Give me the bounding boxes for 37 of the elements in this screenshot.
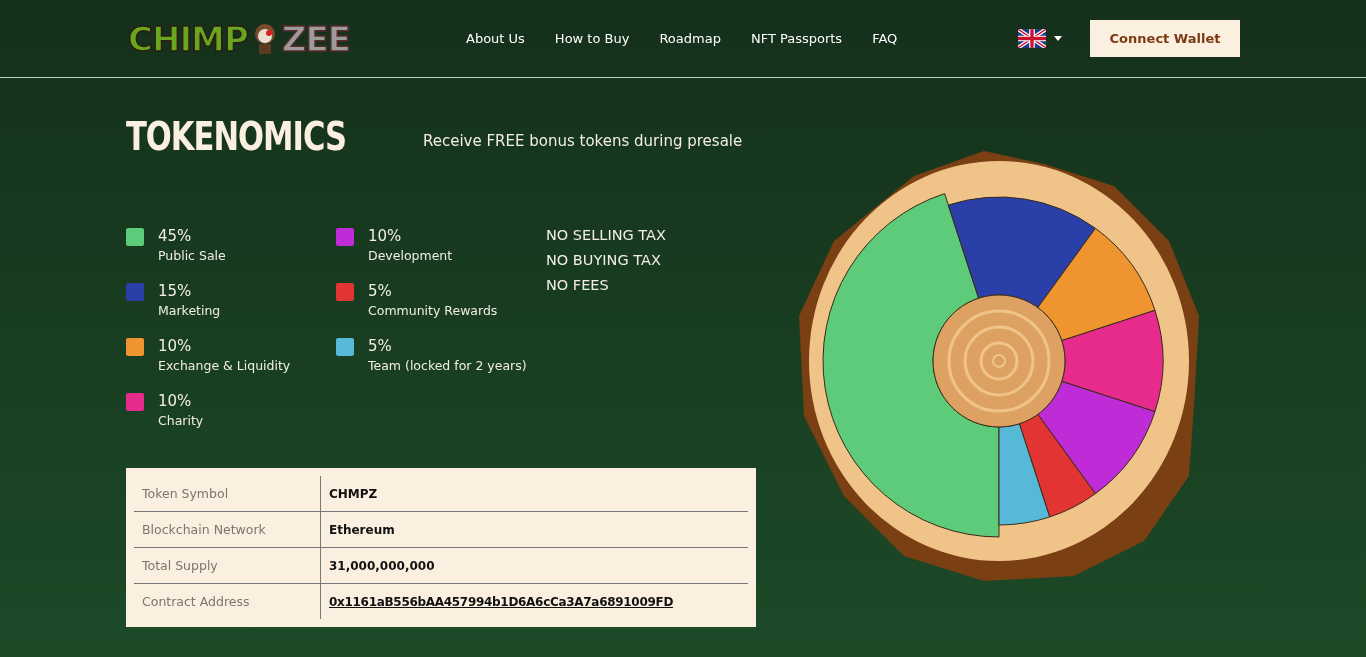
table-label: Contract Address bbox=[134, 584, 321, 619]
table-value: 31,000,000,000 bbox=[328, 558, 436, 573]
logo-text: CHIMP bbox=[128, 18, 248, 59]
nav-link[interactable]: NFT Passports bbox=[750, 31, 843, 46]
allocation-percent: 5% bbox=[368, 281, 393, 301]
allocation-label: Marketing bbox=[158, 302, 221, 320]
allocation-percent: 45% bbox=[158, 226, 193, 246]
allocation-percent: 10% bbox=[158, 391, 193, 411]
caret-icon[interactable] bbox=[1054, 36, 1062, 41]
tax-note: NO FEES bbox=[546, 276, 610, 295]
subtitle: Receive FREE bonus tokens during presale bbox=[423, 132, 743, 150]
connect-wallet-button[interactable]: Connect Wallet bbox=[1090, 20, 1240, 57]
allocation-label: Team (locked for 2 years) bbox=[368, 357, 527, 375]
flag-icon[interactable] bbox=[1018, 29, 1046, 48]
contract-address-link[interactable]: 0x1161aB556bAA457994b1D6A6cCa3A7a6891009FD bbox=[321, 594, 748, 609]
allocation-percent: 5% bbox=[368, 336, 393, 356]
table-value: Ethereum bbox=[328, 522, 396, 537]
allocation-label: Development bbox=[368, 247, 453, 265]
allocation-label: Exchange & Liquidity bbox=[158, 357, 291, 375]
tax-note: NO SELLING TAX bbox=[546, 226, 666, 245]
section-title: TOKENOMICS bbox=[126, 113, 347, 159]
allocation-label: Community Rewards bbox=[368, 302, 498, 320]
table-label: Total Supply bbox=[134, 548, 321, 583]
allocation-label: Public Sale bbox=[158, 247, 226, 265]
table-label: Token Symbol bbox=[134, 476, 321, 511]
allocation-percent: 10% bbox=[368, 226, 403, 246]
nav-link[interactable]: FAQ bbox=[872, 31, 898, 46]
allocation-percent: 10% bbox=[158, 336, 193, 356]
tax-note: NO BUYING TAX bbox=[546, 251, 662, 270]
table-value: CHMPZ bbox=[328, 486, 379, 501]
nav-link[interactable]: Roadmap bbox=[659, 31, 721, 46]
allocation-label: Charity bbox=[158, 412, 204, 430]
logo-text: ZEE bbox=[281, 18, 350, 59]
table-label: Blockchain Network bbox=[134, 512, 321, 547]
nav-link[interactable]: How to Buy bbox=[554, 31, 630, 46]
allocation-percent: 15% bbox=[158, 281, 193, 301]
nav-link[interactable]: About Us bbox=[466, 31, 525, 46]
